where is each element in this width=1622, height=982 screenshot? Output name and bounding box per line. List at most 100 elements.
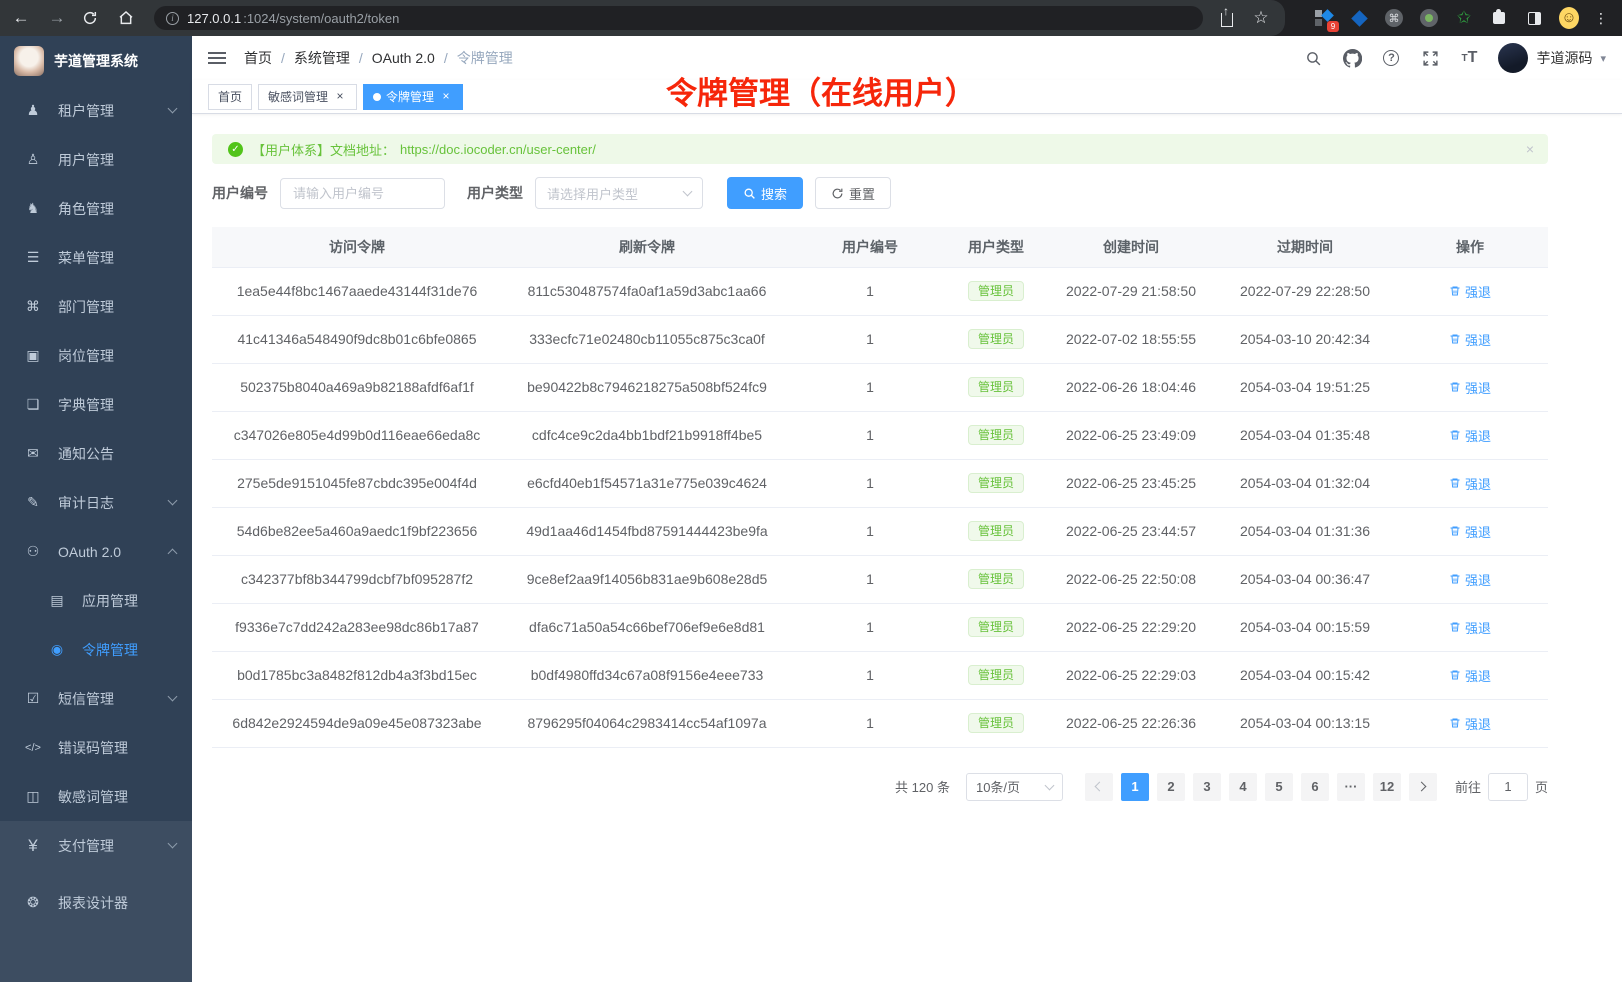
report-designer-icon: ❂ (22, 894, 44, 911)
close-icon[interactable]: × (439, 90, 453, 104)
page-size-select[interactable]: 10条/页 (966, 773, 1063, 801)
page-button[interactable]: 4 (1229, 773, 1257, 801)
sidebar-item-error-code[interactable]: </> 错误码管理 (0, 723, 192, 772)
sidebar-collapse-icon[interactable] (208, 49, 226, 67)
success-check-icon: ✓ (228, 142, 243, 157)
force-logout-button[interactable]: 强退 (1449, 714, 1491, 733)
user-type-badge: 管理员 (968, 617, 1024, 637)
extension-grid-icon[interactable]: 9 (1314, 8, 1334, 28)
force-logout-button[interactable]: 强退 (1449, 618, 1491, 637)
next-page-button[interactable] (1409, 773, 1437, 801)
table-header-row: 访问令牌 刷新令牌 用户编号 用户类型 创建时间 过期时间 操作 (212, 227, 1548, 267)
doc-link[interactable]: https://doc.iocoder.cn/user-center/ (400, 142, 596, 157)
yen-icon: ¥ (22, 836, 44, 856)
force-logout-button[interactable]: 强退 (1449, 666, 1491, 685)
address-bar[interactable]: i 127.0.0.1:1024/system/oauth2/token (154, 6, 1203, 30)
command-extension-icon[interactable]: ⌘ (1384, 8, 1404, 28)
force-logout-button[interactable]: 强退 (1449, 474, 1491, 493)
sidebar-item-notice[interactable]: ✉ 通知公告 (0, 429, 192, 478)
sidebar-item-audit-log[interactable]: ✎ 审计日志 (0, 478, 192, 527)
page-button[interactable]: 3 (1193, 773, 1221, 801)
chevron-left-icon (1095, 782, 1105, 792)
breadcrumb-home[interactable]: 首页 (244, 48, 272, 68)
page-button[interactable]: 1 (1121, 773, 1149, 801)
sidebar-item-oauth2-app[interactable]: ▤ 应用管理 (0, 576, 192, 625)
more-pages-button[interactable]: ··· (1337, 773, 1365, 801)
force-logout-button[interactable]: 强退 (1449, 330, 1491, 349)
sidebar-item-post[interactable]: ▣ 岗位管理 (0, 331, 192, 380)
share-icon[interactable] (1217, 8, 1237, 28)
help-icon[interactable]: ? (1381, 48, 1401, 68)
puzzle-extensions-icon[interactable] (1489, 8, 1509, 28)
site-info-icon[interactable]: i (166, 12, 179, 25)
sidebar-item-report-designer[interactable]: ❂ 报表设计器 (0, 878, 192, 927)
bookmark-star-icon[interactable]: ☆ (1251, 8, 1271, 28)
diamond-extension-icon[interactable] (1349, 8, 1369, 28)
force-logout-button[interactable]: 强退 (1449, 378, 1491, 397)
user-type-badge: 管理员 (968, 473, 1024, 493)
star-extension-icon[interactable]: ✩ (1454, 8, 1474, 28)
sidebar: 芋道管理系统 ♟ 租户管理 ♙ 用户管理 ♞ 角色管理 ☰ 菜单管理 ⌘ 部 (0, 36, 192, 982)
force-logout-button[interactable]: 强退 (1449, 426, 1491, 445)
force-logout-button[interactable]: 强退 (1449, 570, 1491, 589)
sidebar-item-oauth2[interactable]: ⚇ OAuth 2.0 (0, 527, 192, 576)
sidebar-item-menu[interactable]: ☰ 菜单管理 (0, 233, 192, 282)
force-logout-button[interactable]: 强退 (1449, 522, 1491, 541)
col-expires: 过期时间 (1218, 227, 1392, 267)
user-menu[interactable]: 芋道源码 ▾ (1498, 43, 1606, 73)
tab-home[interactable]: 首页 (208, 84, 252, 110)
recorder-extension-icon[interactable] (1419, 8, 1439, 28)
table-row: b0d1785bc3a8482f812db4a3f3bd15ec b0df498… (212, 651, 1548, 699)
url-host: 127.0.0.1 (187, 11, 241, 26)
browser-home-icon[interactable] (118, 10, 140, 26)
prev-page-button[interactable] (1085, 773, 1113, 801)
briefcase-icon: ▤ (46, 592, 68, 609)
page-button[interactable]: 12 (1373, 773, 1401, 801)
goto-page-input[interactable] (1488, 773, 1528, 801)
page-button[interactable]: 2 (1157, 773, 1185, 801)
sidebar-item-sensitive-word[interactable]: ◫ 敏感词管理 (0, 772, 192, 821)
page-button[interactable]: 6 (1301, 773, 1329, 801)
github-icon[interactable] (1342, 48, 1362, 68)
breadcrumb-system[interactable]: 系统管理 (294, 48, 350, 68)
tab-token[interactable]: 令牌管理 × (363, 84, 463, 110)
page-button[interactable]: 5 (1265, 773, 1293, 801)
browser-back-icon[interactable]: ← (10, 8, 32, 28)
side-panel-icon[interactable] (1524, 8, 1544, 28)
search-button[interactable]: 搜索 (727, 177, 803, 209)
sidebar-item-user[interactable]: ♙ 用户管理 (0, 135, 192, 184)
browser-profile-avatar[interactable]: ☺ (1559, 8, 1579, 28)
caret-down-icon: ▾ (1600, 52, 1606, 65)
search-icon[interactable] (1303, 48, 1323, 68)
chevron-down-icon (168, 496, 178, 506)
fullscreen-icon[interactable] (1420, 48, 1440, 68)
table-row: 275e5de9151045fe87cbdc395e004f4d e6cfd40… (212, 459, 1548, 507)
sidebar-item-dict[interactable]: ❏ 字典管理 (0, 380, 192, 429)
navbar-actions: ? TT 芋道源码 ▾ (1303, 43, 1606, 73)
browser-forward-icon[interactable]: → (46, 8, 68, 28)
app-logo[interactable]: 芋道管理系统 (0, 36, 192, 86)
sidebar-item-dept[interactable]: ⌘ 部门管理 (0, 282, 192, 331)
annotation-title: 令牌管理（在线用户） (666, 68, 976, 113)
close-icon[interactable]: × (1526, 141, 1534, 157)
tenants-icon: ♟ (22, 102, 44, 119)
force-logout-button[interactable]: 强退 (1449, 282, 1491, 301)
browser-reload-icon[interactable] (82, 10, 104, 26)
sidebar-item-sms[interactable]: ☑ 短信管理 (0, 674, 192, 723)
tab-sensitive-word[interactable]: 敏感词管理 × (258, 84, 357, 110)
url-path: :1024/system/oauth2/token (243, 11, 399, 26)
sidebar-item-oauth2-token[interactable]: ◉ 令牌管理 (0, 625, 192, 674)
breadcrumb-oauth2[interactable]: OAuth 2.0 (372, 50, 435, 66)
reset-button[interactable]: 重置 (815, 177, 891, 209)
sidebar-item-tenant[interactable]: ♟ 租户管理 (0, 86, 192, 135)
close-icon[interactable]: × (333, 90, 347, 104)
badge-icon: ▣ (22, 347, 44, 364)
browser-menu-icon[interactable]: ⋮ (1594, 10, 1608, 27)
font-size-icon[interactable]: TT (1459, 48, 1479, 68)
user-type-select[interactable]: 请选择用户类型 (535, 177, 703, 209)
table-row: 1ea5e44f8bc1467aaede43144f31de76 811c530… (212, 267, 1548, 315)
sidebar-item-role[interactable]: ♞ 角色管理 (0, 184, 192, 233)
user-id-input[interactable] (280, 178, 445, 209)
sidebar-item-payment[interactable]: ¥ 支付管理 (0, 821, 192, 870)
table-row: 41c41346a548490f9dc8b01c6bfe0865 333ecfc… (212, 315, 1548, 363)
